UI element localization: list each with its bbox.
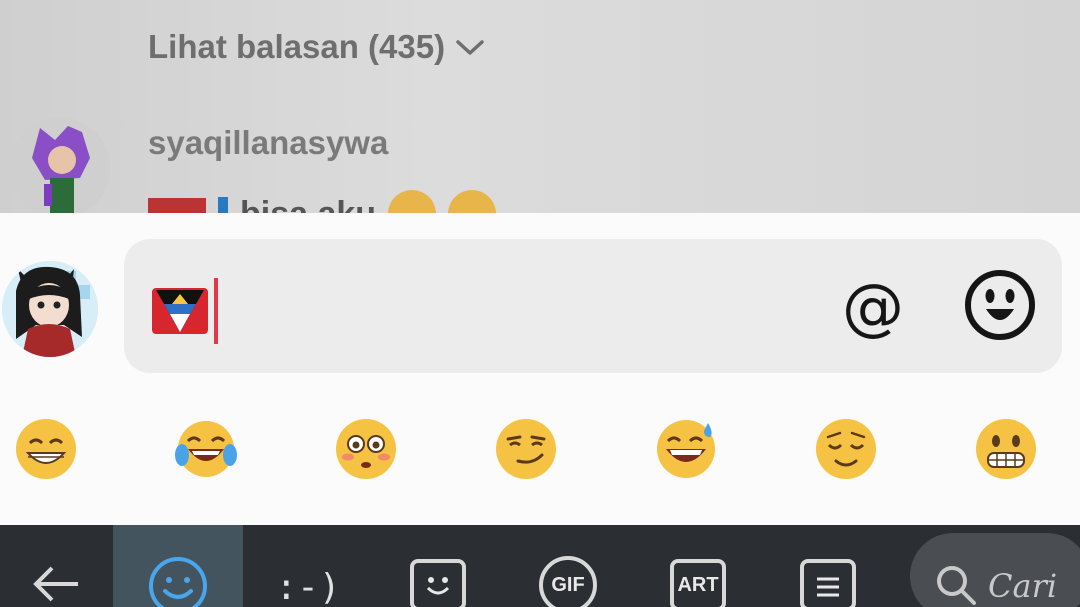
smirking-face-icon[interactable] [494,417,558,481]
commenter-username[interactable]: syaqillanasywa [148,124,388,162]
gif-icon: GIF [539,556,597,607]
keyboard-search-button[interactable]: Cari [910,533,1080,607]
view-replies-link[interactable]: Lihat balasan (435) [148,28,485,66]
arrow-left-icon [33,566,78,602]
quick-emoji-row [0,417,1080,483]
keyboard-toolbar: :-) GIF ART Cari [0,525,1080,607]
comments-area: Lihat balasan (435) syaqillanasywa bisa … [0,0,1080,218]
art-label: ART [677,573,719,596]
comment-input-value [150,278,218,344]
text-caret [214,278,218,344]
keyboard-tab-art[interactable]: ART [633,525,763,607]
clipboard-icon [800,559,856,607]
emoji-picker-icon[interactable] [964,269,1036,341]
comment-input[interactable]: @ [124,239,1062,373]
smiley-face-icon [149,557,207,607]
sticker-icon [410,559,466,607]
keyboard-back-button[interactable] [0,525,112,607]
grinning-face-with-smiling-eyes-icon[interactable] [14,417,78,481]
keyboard-tab-emoticon[interactable]: :-) [243,525,373,607]
grinning-face-with-sweat-icon[interactable] [654,417,718,481]
grimacing-face-icon[interactable] [974,417,1038,481]
at-sign-icon: @ [842,269,904,343]
keyboard-tab-clipboard[interactable] [763,525,893,607]
mention-button[interactable]: @ [836,269,910,343]
antigua-barbuda-flag-emoji-icon [152,288,208,334]
emoticon-label: :-) [275,566,341,607]
view-replies-label: Lihat balasan (435) [148,28,446,65]
chevron-down-icon [456,40,484,55]
face-with-tears-of-joy-icon[interactable] [174,417,238,481]
search-label: Cari [988,567,1058,605]
keyboard-tab-emoji[interactable] [113,525,243,607]
user-avatar [2,261,98,357]
flushed-face-icon[interactable] [334,417,398,481]
commenter-avatar[interactable] [10,118,110,218]
relieved-face-icon[interactable] [814,417,878,481]
search-icon [937,566,976,605]
gif-label: GIF [551,573,585,596]
art-icon: ART [670,559,726,607]
keyboard-tab-gif[interactable]: GIF [503,525,633,607]
comment-composer: @ [0,213,1080,525]
keyboard-tab-sticker[interactable] [373,525,503,607]
